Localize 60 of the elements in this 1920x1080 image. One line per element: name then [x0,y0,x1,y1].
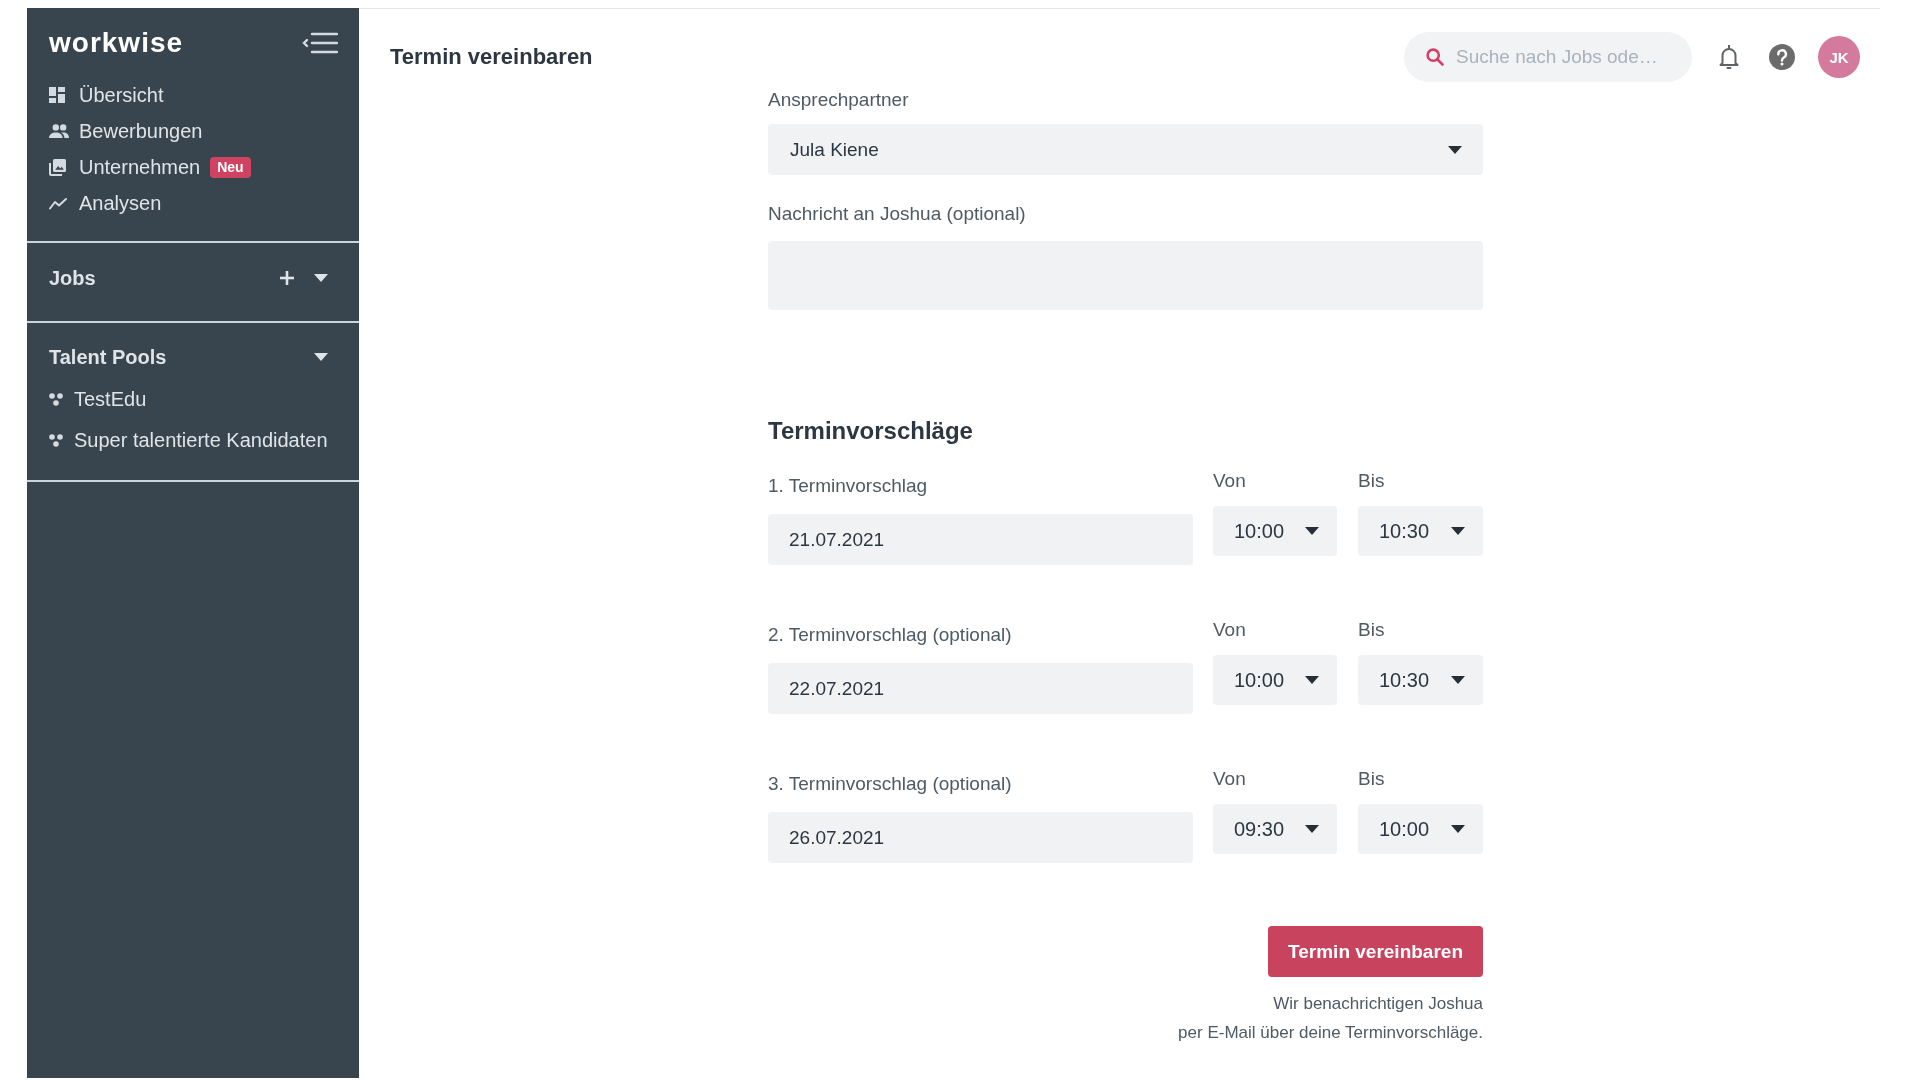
time-select[interactable]: 09:30 [1213,804,1337,854]
time-select[interactable]: 10:30 [1358,506,1483,556]
field-label: Ansprechpartner [768,88,909,112]
search-icon [1426,48,1444,66]
nav-item[interactable]: Bewerbungen [49,113,338,149]
expand-button[interactable] [314,274,328,282]
expand-button[interactable] [314,353,328,361]
caret-icon [1305,825,1319,833]
dashboard-icon [49,87,65,103]
date-field[interactable]: 21.07.2021 [768,514,1193,565]
search-field[interactable]: Suche nach Jobs ode… [1404,32,1692,82]
page-title: Termin vereinbaren [390,44,593,70]
section-heading: Terminvorschläge [768,416,973,446]
dot-cluster-icon [49,393,63,406]
field-label: 1. Terminvorschlag [768,474,928,498]
talent-pool-item[interactable]: Super talentierte Kandidaten [49,420,328,461]
time-select[interactable]: 10:30 [1358,655,1483,705]
caret-icon [1448,145,1462,154]
date-field[interactable]: 22.07.2021 [768,663,1193,714]
field-label: 2. Terminvorschlag (optional) [768,623,1012,647]
notice-text: Wir benachrichtigen Joshua per E-Mail über deine Terminvorschläge. [1178,993,1483,1044]
logo: workwise [49,28,184,58]
caret-icon [314,274,328,282]
caret-icon [1451,527,1465,535]
field-label: Von [1213,469,1246,493]
time-select[interactable]: 10:00 [1213,655,1337,705]
caret-icon [1451,676,1465,684]
nav-item[interactable]: Übersicht [49,77,338,113]
caret-icon [1305,676,1319,684]
field-label: Bis [1358,618,1385,642]
submit-button[interactable]: Termin vereinbaren [1268,926,1483,977]
trend-line-icon [49,196,67,210]
caret-icon [1305,527,1319,535]
field-label: Bis [1358,469,1385,493]
field-label: Von [1213,618,1246,642]
collapse-sidebar-button[interactable] [302,32,338,54]
talent-pool-item[interactable]: TestEdu [49,379,147,420]
contact-select[interactable]: Jula Kiene [768,124,1483,175]
people-icon [49,124,69,138]
plus-icon [280,271,294,285]
caret-icon [1451,825,1465,833]
field-label: Bis [1358,767,1385,791]
caret-icon [314,353,328,361]
dot-cluster-icon [49,434,63,447]
nav-item[interactable]: Analysen [49,185,338,221]
date-field[interactable]: 26.07.2021 [768,812,1193,863]
bell-icon[interactable] [1719,45,1739,69]
nav-item[interactable]: Unternehmen Neu [49,149,338,185]
help-icon[interactable] [1769,44,1795,70]
field-label: Von [1213,767,1246,791]
field-label: Nachricht an Joshua (optional) [768,202,1026,226]
time-select[interactable]: 10:00 [1358,804,1483,854]
new-badge: Neu [210,156,251,178]
images-icon [49,158,66,176]
time-select[interactable]: 10:00 [1213,506,1337,556]
add-job-button[interactable] [280,271,294,285]
section-title: Talent Pools [49,345,167,370]
section-title: Jobs [49,266,96,291]
menu-collapse-icon [302,32,338,54]
field-label: 3. Terminvorschlag (optional) [768,772,1012,796]
